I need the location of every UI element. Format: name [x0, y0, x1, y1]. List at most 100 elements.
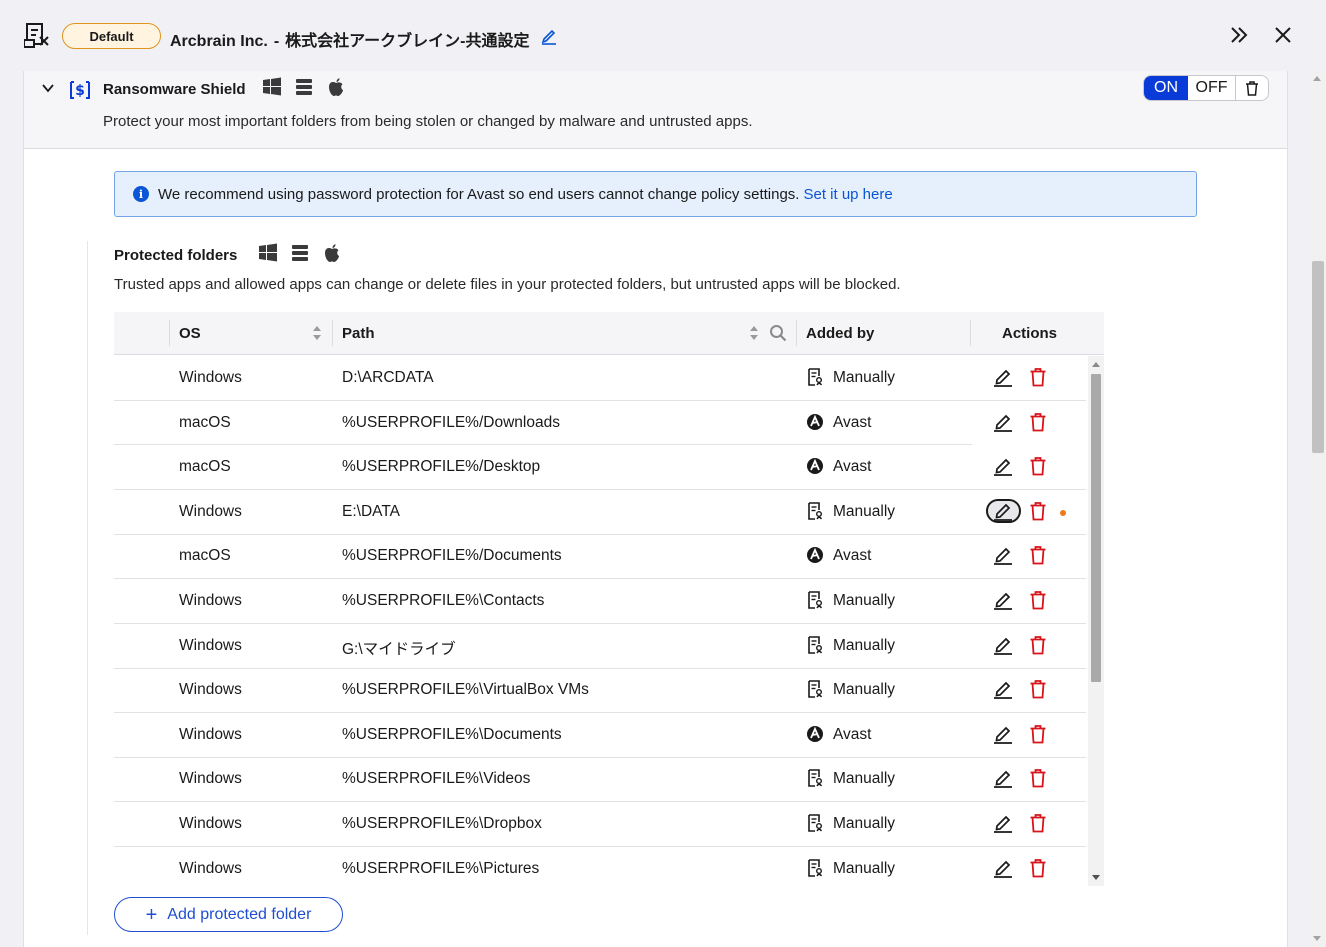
- toggle-off-button[interactable]: OFF: [1188, 76, 1236, 100]
- manual-doc-icon: [808, 814, 823, 832]
- edit-icon[interactable]: [993, 724, 1013, 744]
- avast-logo-icon: [807, 458, 823, 475]
- cell-path: %USERPROFILE%\Dropbox: [342, 815, 542, 832]
- edit-icon[interactable]: [993, 813, 1013, 833]
- table-row[interactable]: Windows %USERPROFILE%\Dropbox Manually: [114, 802, 1086, 847]
- add-protected-folder-button[interactable]: + Add protected folder: [114, 897, 343, 932]
- server-icon: [296, 79, 312, 95]
- manual-doc-icon: [808, 769, 823, 788]
- toggle-on-button[interactable]: ON: [1144, 76, 1188, 100]
- delete-icon[interactable]: [1029, 590, 1047, 610]
- setup-link[interactable]: Set it up here: [803, 186, 892, 203]
- sort-icon[interactable]: [312, 325, 322, 341]
- table-row[interactable]: Windows %USERPROFILE%\Documents Avast: [114, 713, 1086, 758]
- delete-icon[interactable]: [1029, 813, 1047, 833]
- protected-folders-description: Trusted apps and allowed apps can change…: [114, 276, 901, 293]
- column-path[interactable]: Path: [342, 325, 375, 342]
- cell-os: Windows: [179, 859, 242, 877]
- edit-icon[interactable]: [993, 635, 1013, 655]
- table-row[interactable]: Windows %USERPROFILE%\Pictures Manually: [114, 847, 1086, 886]
- manual-doc-icon: [808, 858, 823, 877]
- delete-icon[interactable]: [1029, 456, 1047, 476]
- scroll-thumb[interactable]: [1091, 374, 1101, 682]
- edit-icon[interactable]: [993, 545, 1013, 566]
- cell-added-by: Manually: [833, 681, 896, 699]
- scroll-down-arrow[interactable]: [1313, 936, 1321, 941]
- manual-doc-icon: [808, 635, 823, 654]
- cell-path: D:\ARCDATA: [342, 369, 434, 386]
- device-policy-icon: [24, 23, 49, 48]
- plus-icon: +: [145, 903, 158, 926]
- column-divider: [169, 320, 170, 346]
- cell-path: %USERPROFILE%\Documents: [342, 725, 562, 743]
- section-title: Ransomware Shield: [103, 81, 246, 98]
- sort-icon[interactable]: [749, 325, 759, 341]
- unsaved-indicator: [1060, 509, 1066, 516]
- delete-icon[interactable]: [1029, 768, 1047, 788]
- column-divider: [970, 320, 971, 346]
- delete-icon[interactable]: [1029, 679, 1047, 699]
- edit-icon[interactable]: [993, 367, 1013, 387]
- apple-icon: [325, 244, 339, 262]
- cell-path: E:\DATA: [342, 502, 400, 520]
- edit-icon[interactable]: [993, 679, 1013, 700]
- policy-name: 株式会社アークブレイン-共通設定: [285, 33, 530, 50]
- page-scrollbar[interactable]: [1309, 71, 1326, 947]
- double-chevron-right-icon[interactable]: [1228, 24, 1250, 46]
- table-header: OS Path Added by Actions: [114, 312, 1104, 355]
- windows-icon: [263, 77, 281, 96]
- cell-os: Windows: [179, 636, 242, 654]
- edit-icon[interactable]: [993, 590, 1013, 610]
- scroll-up-arrow[interactable]: [1313, 76, 1321, 81]
- delete-icon[interactable]: [1029, 501, 1047, 521]
- edit-title-icon[interactable]: [541, 27, 557, 45]
- column-actions: Actions: [1002, 325, 1058, 342]
- delete-icon[interactable]: [1029, 367, 1047, 387]
- table-row[interactable]: macOS %USERPROFILE%/Documents Avast: [114, 534, 1086, 580]
- table-scrollbar[interactable]: [1088, 356, 1104, 886]
- table-row[interactable]: Windows D:\ARCDATA Manually: [114, 356, 1086, 401]
- table-row[interactable]: Windows %USERPROFILE%\Videos Manually: [114, 757, 1086, 803]
- delete-icon[interactable]: [1029, 635, 1047, 655]
- edit-icon[interactable]: [993, 412, 1013, 432]
- cell-os: macOS: [179, 458, 231, 476]
- edit-icon[interactable]: [993, 501, 1013, 521]
- chevron-down-icon[interactable]: [41, 81, 55, 95]
- cell-added-by: Manually: [833, 502, 896, 520]
- edit-icon[interactable]: [993, 456, 1013, 477]
- table-row[interactable]: Windows G:\マイドライブ Manually: [114, 624, 1086, 669]
- table-row[interactable]: Windows %USERPROFILE%\VirtualBox VMs Manua…: [114, 668, 1086, 714]
- delete-icon[interactable]: [1029, 412, 1047, 432]
- column-divider: [796, 320, 797, 346]
- delete-icon[interactable]: [1029, 545, 1047, 565]
- cell-path: G:\マイドライブ: [342, 640, 456, 658]
- avast-logo-icon: [807, 547, 823, 564]
- table-row[interactable]: Windows %USERPROFILE%\Contacts Manually: [114, 579, 1086, 624]
- table-row[interactable]: macOS %USERPROFILE%/Downloads Avast: [114, 401, 1086, 446]
- table-row[interactable]: Windows E:\DATA Manually: [114, 490, 1086, 535]
- edit-icon[interactable]: [993, 768, 1013, 789]
- column-os[interactable]: OS: [179, 325, 201, 342]
- cell-added-by: Avast: [833, 413, 872, 431]
- cell-added-by: Manually: [833, 592, 896, 609]
- cell-os: Windows: [179, 815, 242, 832]
- search-icon[interactable]: [769, 324, 787, 342]
- delete-icon[interactable]: [1029, 858, 1047, 878]
- table-row[interactable]: macOS %USERPROFILE%/Desktop Avast: [114, 445, 1086, 490]
- row-divider: [114, 488, 1086, 490]
- cell-path: %USERPROFILE%\Pictures: [342, 859, 540, 877]
- add-button-label: Add protected folder: [167, 905, 312, 923]
- edit-icon[interactable]: [993, 858, 1013, 878]
- column-divider: [332, 320, 333, 346]
- cell-os: Windows: [179, 592, 242, 609]
- cell-os: Windows: [179, 502, 242, 520]
- delete-icon[interactable]: [1029, 724, 1047, 744]
- trash-icon: [1246, 81, 1258, 96]
- remove-section-button[interactable]: [1236, 76, 1268, 100]
- scroll-up-arrow[interactable]: [1092, 362, 1100, 367]
- scroll-thumb[interactable]: [1312, 261, 1324, 453]
- cell-os: Windows: [179, 725, 242, 743]
- scroll-down-arrow[interactable]: [1092, 875, 1100, 880]
- close-icon[interactable]: [1273, 25, 1293, 45]
- settings-panel: $ Ransomware Shield Protect your most im…: [23, 71, 1288, 947]
